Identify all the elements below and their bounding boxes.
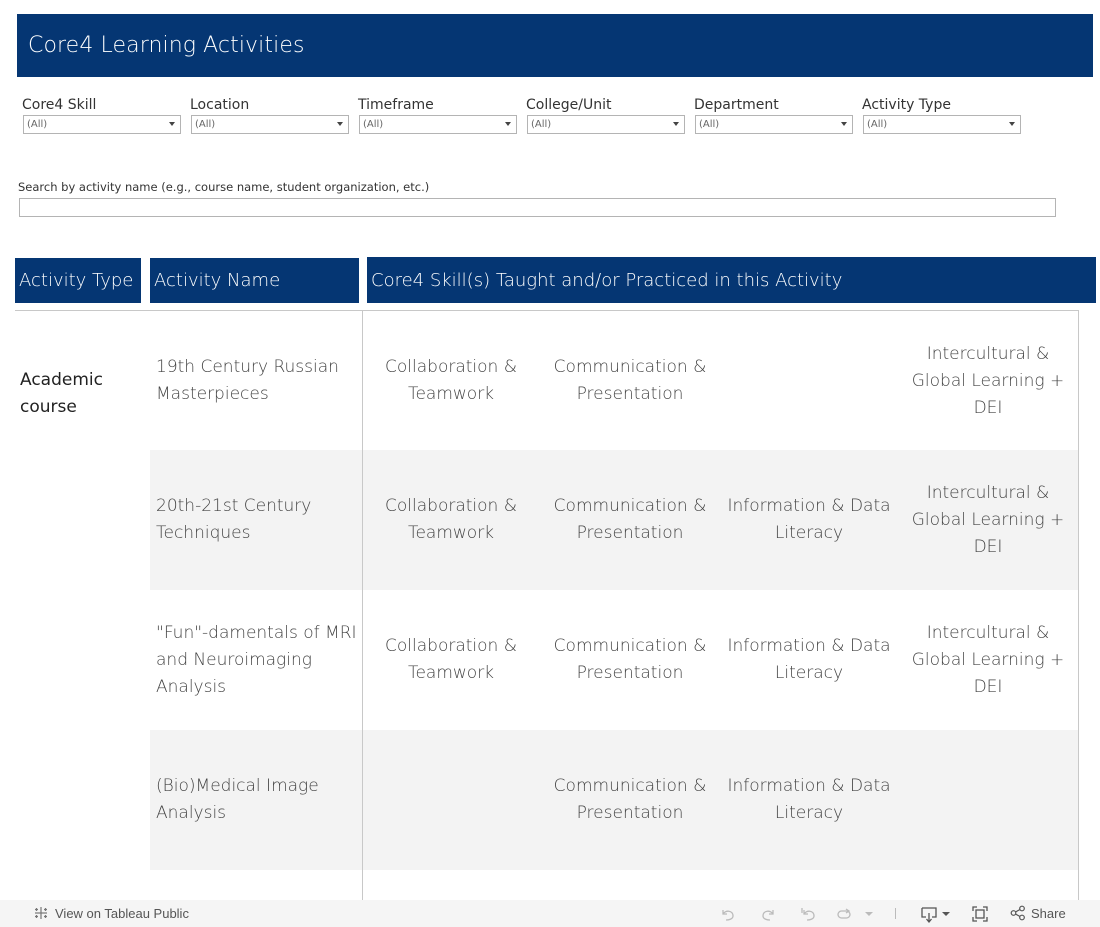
filter-department: Department (All) xyxy=(689,95,853,134)
table-row[interactable]: 20th-21st Century Techniques Collaborati… xyxy=(150,450,1078,590)
skill-cell xyxy=(898,730,1078,870)
dropdown-value: (All) xyxy=(27,119,48,130)
dropdown-arrow-icon xyxy=(169,122,175,126)
skill-cell xyxy=(719,311,899,451)
dropdown-value: (All) xyxy=(531,119,552,130)
dropdown-arrow-icon xyxy=(1009,122,1015,126)
skill-cell: Collaboration & Teamwork xyxy=(385,357,517,404)
skill-cell: Communication & Presentation xyxy=(553,357,707,404)
undo-icon[interactable] xyxy=(719,905,737,923)
dashboard-title: Core4 Learning Activities xyxy=(17,14,1093,77)
skill-cell: Collaboration & Teamwork xyxy=(385,496,517,543)
filter-label: Timeframe xyxy=(358,97,434,113)
filter-label: Core4 Skill xyxy=(22,97,97,113)
skill-cell: Communication & Presentation xyxy=(553,776,707,823)
activity-name: 20th-21st Century Techniques xyxy=(156,496,312,543)
fullscreen-icon[interactable] xyxy=(971,905,989,923)
filter-core4-skill: Core4 Skill (All) xyxy=(17,95,181,134)
revert-icon[interactable] xyxy=(799,905,817,923)
skill-cell: Collaboration & Teamwork xyxy=(385,636,517,683)
skill-cell: Information & Data Literacy xyxy=(727,636,891,683)
skill-cell: Communication & Presentation xyxy=(553,636,707,683)
tableau-toolbar: View on Tableau Public Share xyxy=(0,900,1100,927)
toolbar-separator xyxy=(895,908,896,919)
dropdown-value: (All) xyxy=(867,119,888,130)
skill-cell: Intercultural & Global Learning + DEI xyxy=(911,482,1065,557)
redo-icon[interactable] xyxy=(759,905,777,923)
download-icon[interactable] xyxy=(920,905,952,923)
dropdown-arrow-icon xyxy=(505,122,511,126)
dropdown-arrow-icon xyxy=(337,122,343,126)
column-header-activity-name: Activity Name xyxy=(150,258,359,303)
skill-cell xyxy=(362,730,540,870)
dropdown-value: (All) xyxy=(195,119,216,130)
skill-cell: Information & Data Literacy xyxy=(727,776,891,823)
search-label: Search by activity name (e.g., course na… xyxy=(18,180,430,194)
activity-search-input[interactable] xyxy=(19,198,1056,217)
dropdown-arrow-icon xyxy=(673,122,679,126)
refresh-icon[interactable] xyxy=(835,905,853,923)
skill-cell: Communication & Presentation xyxy=(553,496,707,543)
filter-college-unit: College/Unit (All) xyxy=(521,95,685,134)
location-dropdown[interactable]: (All) xyxy=(191,115,349,134)
activity-type-dropdown[interactable]: (All) xyxy=(863,115,1021,134)
table-row[interactable]: 19th Century Russian Masterpieces Collab… xyxy=(150,311,1078,451)
dropdown-arrow-icon xyxy=(841,122,847,126)
table-row[interactable]: (Bio)Medical Image Analysis Communicatio… xyxy=(150,730,1078,870)
view-on-tableau-label: View on Tableau Public xyxy=(55,905,189,921)
skill-cell: Intercultural & Global Learning + DEI xyxy=(911,343,1065,418)
activity-name: 19th Century Russian Masterpieces xyxy=(156,357,339,404)
filter-label: Department xyxy=(694,97,779,113)
share-label: Share xyxy=(1031,905,1066,921)
share-button[interactable]: Share xyxy=(1010,905,1066,921)
share-icon xyxy=(1010,905,1025,921)
activity-name: (Bio)Medical Image Analysis xyxy=(156,776,319,823)
table-border xyxy=(1078,310,1079,900)
column-header-skills: Core4 Skill(s) Taught and/or Practiced i… xyxy=(367,257,1096,303)
tableau-logo-icon xyxy=(35,907,47,919)
pause-dropdown-icon[interactable] xyxy=(862,905,876,923)
timeframe-dropdown[interactable]: (All) xyxy=(359,115,517,134)
filter-label: Activity Type xyxy=(862,97,951,113)
filter-location: Location (All) xyxy=(185,95,349,134)
column-divider xyxy=(362,310,363,900)
dropdown-value: (All) xyxy=(699,119,720,130)
skill-cell: Intercultural & Global Learning + DEI xyxy=(911,622,1065,697)
filter-activity-type: Activity Type (All) xyxy=(857,95,1021,134)
core4-skill-dropdown[interactable]: (All) xyxy=(23,115,181,134)
department-dropdown[interactable]: (All) xyxy=(695,115,853,134)
filter-timeframe: Timeframe (All) xyxy=(353,95,517,134)
filter-label: College/Unit xyxy=(526,97,612,113)
table-row[interactable]: "Fun"-damentals of MRI and Neuroimaging … xyxy=(150,590,1078,730)
college-unit-dropdown[interactable]: (All) xyxy=(527,115,685,134)
activity-name: "Fun"-damentals of MRI and Neuroimaging … xyxy=(156,622,357,697)
view-on-tableau-link[interactable]: View on Tableau Public xyxy=(33,905,189,921)
dropdown-value: (All) xyxy=(363,119,384,130)
skill-cell: Information & Data Literacy xyxy=(727,496,891,543)
filter-label: Location xyxy=(190,97,250,113)
column-header-activity-type: Activity Type xyxy=(15,258,141,303)
activity-type-value: Academic course xyxy=(20,370,103,417)
